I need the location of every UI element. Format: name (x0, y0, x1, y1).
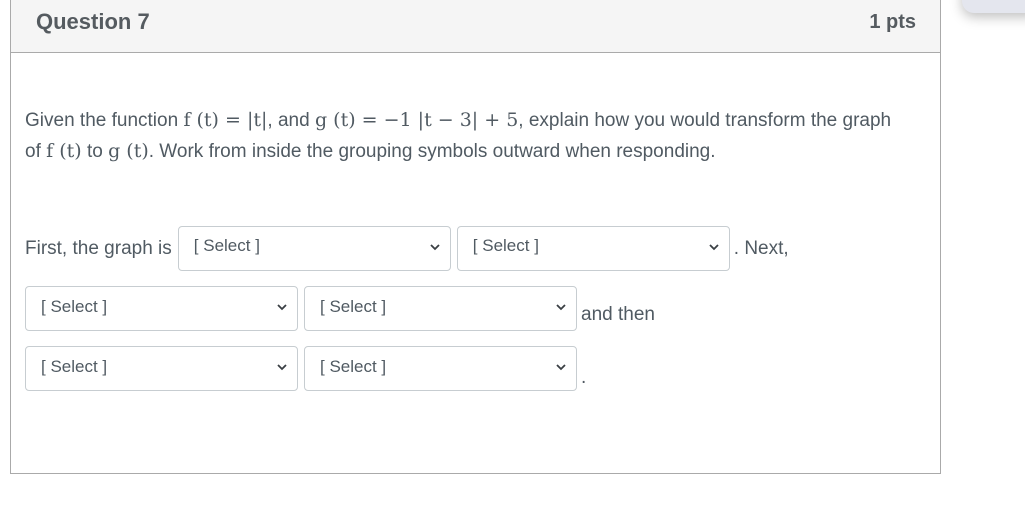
dropdown-6[interactable]: [ Select ] (304, 346, 577, 391)
prompt-text: to (81, 141, 109, 162)
math-g-reference: g (t) (108, 140, 149, 162)
math-f-definition: f (t) = |t| (183, 109, 268, 131)
dropdown-5-value: [ Select ] (41, 357, 108, 376)
answer-row-2: [ Select ] [ Select ] and then (25, 286, 655, 331)
dropdown-5[interactable]: [ Select ] (25, 346, 298, 391)
question-points: 1 pts (869, 11, 916, 33)
answer-row-3: [ Select ] [ Select ] . (25, 346, 586, 391)
chevron-down-icon (430, 244, 440, 251)
prompt-text: , and (267, 110, 315, 131)
row1-prefix: First, the graph is (25, 237, 172, 259)
dropdown-1-value: [ Select ] (193, 236, 260, 255)
dropdown-4[interactable]: [ Select ] (304, 286, 577, 331)
dropdown-1[interactable]: [ Select ] (177, 226, 451, 271)
chevron-down-icon (556, 364, 566, 371)
dropdown-3-value: [ Select ] (41, 297, 108, 316)
prompt-text: . Work from inside the grouping symbols … (148, 141, 716, 162)
question-header: Question 7 1 pts (11, 0, 940, 53)
row3-suffix: . (581, 366, 587, 388)
dropdown-4-value: [ Select ] (320, 297, 387, 316)
chevron-down-icon (277, 304, 287, 311)
prompt-text: Given the function (25, 110, 184, 131)
row1-suffix: . Next, (733, 237, 789, 259)
row2-suffix: and then (581, 303, 655, 325)
question-prompt: Given the function f (t) = |t|, and g (t… (25, 105, 905, 167)
chevron-down-icon (709, 244, 719, 251)
dropdown-3[interactable]: [ Select ] (25, 286, 298, 331)
chevron-down-icon (556, 304, 566, 311)
dropdown-6-value: [ Select ] (320, 357, 387, 376)
dropdown-2-value: [ Select ] (472, 236, 539, 255)
chevron-down-icon (277, 364, 287, 371)
floating-widget[interactable] (962, 0, 1025, 13)
math-f-reference: f (t) (46, 140, 82, 162)
question-title: Question 7 (36, 9, 150, 34)
answer-row-1: First, the graph is [ Select ] [ Select … (25, 226, 789, 271)
dropdown-2[interactable]: [ Select ] (456, 226, 730, 271)
math-g-definition: g (t) = −1 |t − 3| + 5 (314, 109, 519, 131)
